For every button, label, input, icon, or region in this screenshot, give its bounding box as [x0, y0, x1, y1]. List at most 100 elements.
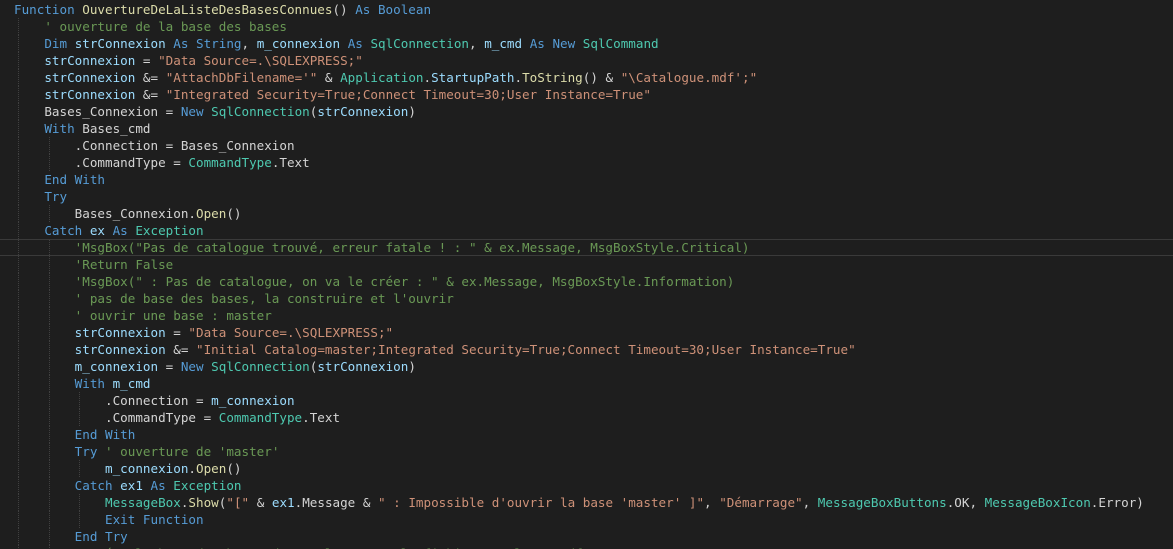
code-line[interactable]: Try ' ouverture de 'master'	[14, 443, 1173, 460]
code-line[interactable]: .Connection = Bases_Connexion	[14, 137, 1173, 154]
indent-guide	[18, 511, 19, 528]
code-token: m_connexion	[211, 393, 295, 408]
indent-guide	[18, 409, 19, 426]
code-line[interactable]: MessageBox.Show("[" & ex1.Message & " : …	[14, 494, 1173, 511]
code-token: .	[423, 70, 432, 85]
code-line[interactable]: 'MsgBox("Pas de catalogue trouvé, erreur…	[0, 239, 1173, 256]
code-token: Bases_cmd	[82, 121, 151, 136]
code-token: "Data Source=.\SQLEXPRESS;"	[188, 325, 394, 340]
code-line[interactable]: ' ouvrir une base : master	[14, 307, 1173, 324]
code-token: .CommandType =	[74, 155, 189, 170]
code-line[interactable]: .CommandType = CommandType.Text	[14, 409, 1173, 426]
code-token: ()	[332, 2, 356, 17]
indent-guide	[18, 35, 19, 52]
code-token: As	[173, 36, 197, 51]
code-token: Try	[74, 444, 106, 459]
indent-guide	[18, 205, 19, 222]
code-token: &=	[135, 87, 166, 102]
code-line[interactable]: With Bases_cmd	[14, 120, 1173, 137]
indent-guide	[79, 460, 81, 477]
code-token: =	[135, 53, 159, 68]
code-token: m_connexion	[105, 461, 189, 476]
code-token: Show	[188, 495, 219, 510]
code-token: .Message &	[294, 495, 379, 510]
indent-guide	[79, 494, 81, 511]
code-line[interactable]: 'MsgBox(" : Pas de catalogue, on va le c…	[14, 273, 1173, 290]
code-token: ' ouverture de la base des bases	[44, 19, 287, 34]
code-token: Application	[340, 70, 424, 85]
code-line[interactable]: ' créer la base des bases du catalogue s…	[14, 545, 1173, 549]
code-token: strConnexion	[74, 342, 166, 357]
code-line[interactable]: End With	[14, 426, 1173, 443]
indent-guide	[18, 137, 19, 154]
code-token: StartupPath	[431, 70, 515, 85]
code-line[interactable]: End Try	[14, 528, 1173, 545]
code-line[interactable]: Catch ex As Exception	[14, 222, 1173, 239]
code-token: "Démarrage"	[719, 495, 803, 510]
indent-guide	[48, 324, 50, 341]
code-line[interactable]: Function OuvertureDeLaListeDesBasesConnu…	[14, 1, 1173, 18]
code-token: "["	[226, 495, 250, 510]
code-line[interactable]: Try	[14, 188, 1173, 205]
indent-guide	[18, 290, 19, 307]
code-token: Function	[14, 2, 83, 17]
code-line[interactable]: strConnexion = "Data Source=.\SQLEXPRESS…	[14, 324, 1173, 341]
code-line[interactable]: End With	[14, 171, 1173, 188]
code-token: SqlConnection	[211, 104, 310, 119]
code-line[interactable]: .CommandType = CommandType.Text	[14, 154, 1173, 171]
code-token: &	[317, 70, 341, 85]
code-token: With	[44, 121, 83, 136]
indent-guide	[79, 409, 81, 426]
code-lines[interactable]: Function OuvertureDeLaListeDesBasesConnu…	[0, 1, 1173, 549]
code-line[interactable]: strConnexion &= "Integrated Security=Tru…	[14, 86, 1173, 103]
code-line[interactable]: m_connexion.Open()	[14, 460, 1173, 477]
code-token: Catch	[44, 223, 90, 238]
code-token: Open	[196, 461, 227, 476]
code-token: Try	[44, 189, 68, 204]
code-token: .CommandType =	[105, 410, 219, 425]
code-token: CommandType	[188, 155, 272, 170]
code-line[interactable]: Exit Function	[14, 511, 1173, 528]
code-line[interactable]: Catch ex1 As Exception	[14, 477, 1173, 494]
code-token: 'MsgBox(" : Pas de catalogue, on va le c…	[74, 274, 735, 289]
code-token: strConnexion	[44, 87, 136, 102]
code-token: ex1	[120, 478, 151, 493]
code-token: &=	[165, 342, 197, 357]
code-line[interactable]: Dim strConnexion As String, m_connexion …	[14, 35, 1173, 52]
indent-guide	[48, 154, 50, 171]
code-token: Dim	[44, 36, 75, 51]
code-token: () &	[582, 70, 621, 85]
code-token: Bases_Connexion.	[74, 206, 196, 221]
code-token: ex1	[271, 495, 295, 510]
code-token: As	[355, 2, 378, 17]
code-line[interactable]: ' ouverture de la base des bases	[14, 18, 1173, 35]
code-token: End With	[74, 427, 136, 442]
code-line[interactable]: strConnexion &= "AttachDbFilename='" & A…	[14, 69, 1173, 86]
code-line[interactable]: .Connection = m_connexion	[14, 392, 1173, 409]
code-line[interactable]: Bases_Connexion = New SqlConnection(strC…	[14, 103, 1173, 120]
indent-guide	[18, 171, 19, 188]
code-token: strConnexion	[74, 325, 166, 340]
code-line[interactable]: ' pas de base des bases, la construire e…	[14, 290, 1173, 307]
code-line[interactable]: strConnexion &= "Initial Catalog=master;…	[14, 341, 1173, 358]
code-line[interactable]: With m_cmd	[14, 375, 1173, 392]
code-line[interactable]: 'Return False	[14, 256, 1173, 273]
code-editor[interactable]: Function OuvertureDeLaListeDesBasesConnu…	[0, 0, 1173, 549]
code-token: 'Return False	[74, 257, 174, 272]
code-token: Bases_Connexion =	[44, 104, 181, 119]
code-line[interactable]: Bases_Connexion.Open()	[14, 205, 1173, 222]
code-line[interactable]: strConnexion = "Data Source=.\SQLEXPRESS…	[14, 52, 1173, 69]
code-line[interactable]: m_connexion = New SqlConnection(strConne…	[14, 358, 1173, 375]
indent-guide	[48, 256, 50, 273]
code-token: 'MsgBox("Pas de catalogue trouvé, erreur…	[74, 240, 750, 255]
code-token: MessageBoxButtons	[817, 495, 947, 510]
code-token: CommandType	[218, 410, 303, 425]
code-token: String	[196, 36, 242, 51]
